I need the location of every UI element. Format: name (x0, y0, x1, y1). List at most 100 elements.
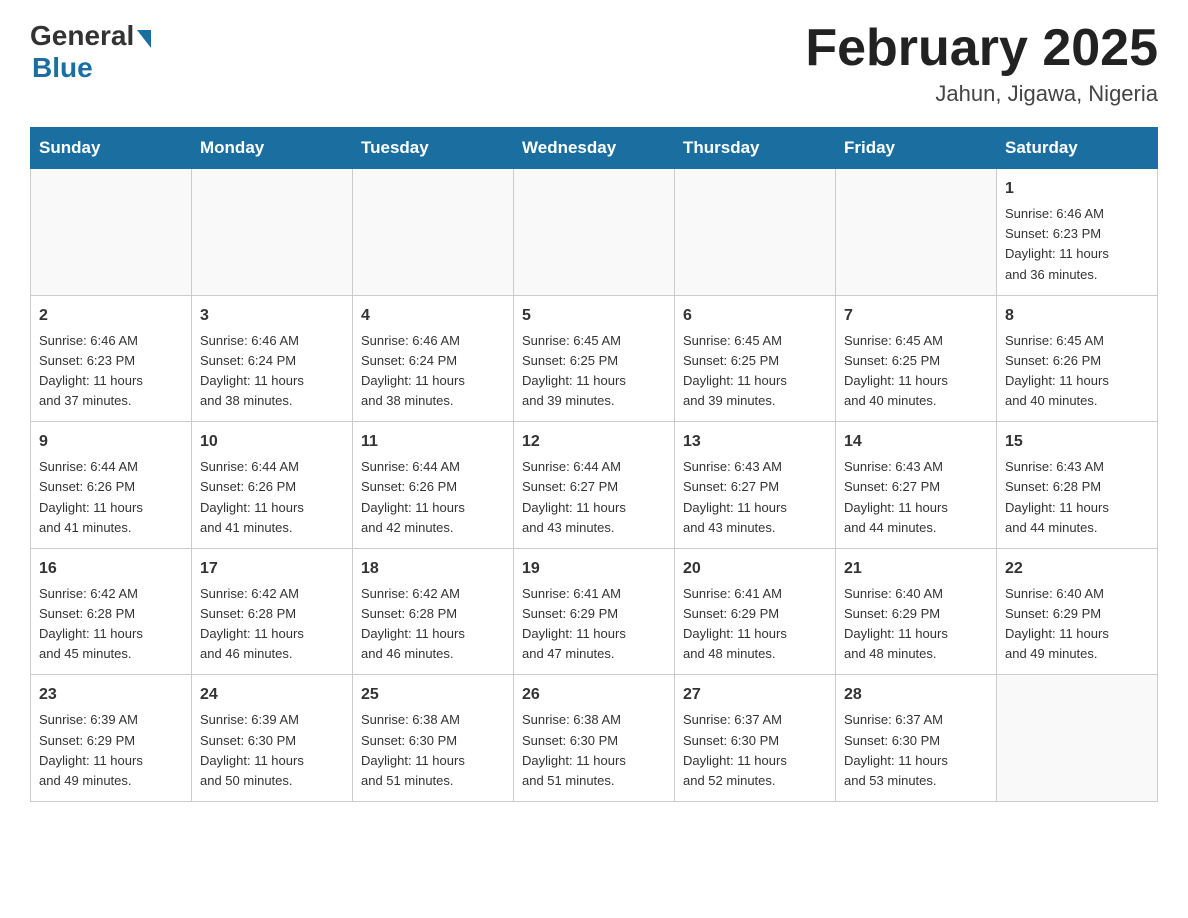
day-number: 19 (522, 557, 666, 581)
day-number: 22 (1005, 557, 1149, 581)
day-info: Sunrise: 6:40 AM Sunset: 6:29 PM Dayligh… (844, 584, 988, 665)
day-info: Sunrise: 6:41 AM Sunset: 6:29 PM Dayligh… (522, 584, 666, 665)
day-info: Sunrise: 6:46 AM Sunset: 6:23 PM Dayligh… (39, 331, 183, 412)
logo-blue-text: Blue (32, 52, 93, 84)
day-of-week-header: Wednesday (514, 128, 675, 169)
day-number: 27 (683, 683, 827, 707)
calendar-cell (997, 675, 1158, 802)
day-info: Sunrise: 6:43 AM Sunset: 6:27 PM Dayligh… (844, 457, 988, 538)
day-number: 20 (683, 557, 827, 581)
month-title: February 2025 (805, 20, 1158, 77)
day-info: Sunrise: 6:44 AM Sunset: 6:26 PM Dayligh… (200, 457, 344, 538)
day-number: 16 (39, 557, 183, 581)
calendar-cell (675, 169, 836, 296)
day-info: Sunrise: 6:42 AM Sunset: 6:28 PM Dayligh… (39, 584, 183, 665)
calendar-cell: 27Sunrise: 6:37 AM Sunset: 6:30 PM Dayli… (675, 675, 836, 802)
day-number: 1 (1005, 177, 1149, 201)
day-of-week-header: Tuesday (353, 128, 514, 169)
calendar-cell: 18 Sunrise: 6:42 AM Sunset: 6:28 PM Dayli… (353, 548, 514, 675)
calendar-cell: 3 Sunrise: 6:46 AM Sunset: 6:24 PM Daylig… (192, 295, 353, 422)
calendar-cell: 13 Sunrise: 6:43 AM Sunset: 6:27 PM Dayli… (675, 422, 836, 549)
calendar-cell: 12Sunrise: 6:44 AM Sunset: 6:27 PM Dayli… (514, 422, 675, 549)
day-number: 25 (361, 683, 505, 707)
title-section: February 2025 Jahun, Jigawa, Nigeria (805, 20, 1158, 107)
day-number: 10 (200, 430, 344, 454)
day-number: 28 (844, 683, 988, 707)
day-of-week-header: Monday (192, 128, 353, 169)
day-number: 8 (1005, 304, 1149, 328)
calendar-cell: 14 Sunrise: 6:43 AM Sunset: 6:27 PM Dayli… (836, 422, 997, 549)
calendar-cell: 23 Sunrise: 6:39 AM Sunset: 6:29 PM Dayli… (31, 675, 192, 802)
day-of-week-header: Sunday (31, 128, 192, 169)
calendar-cell: 7 Sunrise: 6:45 AM Sunset: 6:25 PM Daylig… (836, 295, 997, 422)
day-number: 2 (39, 304, 183, 328)
day-info: Sunrise: 6:38 AM Sunset: 6:30 PM Dayligh… (361, 710, 505, 791)
day-number: 26 (522, 683, 666, 707)
calendar-cell: 20 Sunrise: 6:41 AM Sunset: 6:29 PM Dayli… (675, 548, 836, 675)
logo: General Blue (30, 20, 151, 84)
calendar-cell: 10 Sunrise: 6:44 AM Sunset: 6:26 PM Dayli… (192, 422, 353, 549)
day-number: 13 (683, 430, 827, 454)
calendar-cell (31, 169, 192, 296)
calendar-cell: 5 Sunrise: 6:45 AM Sunset: 6:25 PM Daylig… (514, 295, 675, 422)
day-number: 3 (200, 304, 344, 328)
day-info: Sunrise: 6:46 AM Sunset: 6:23 PM Dayligh… (1005, 204, 1149, 285)
day-info: Sunrise: 6:41 AM Sunset: 6:29 PM Dayligh… (683, 584, 827, 665)
calendar-cell: 11 Sunrise: 6:44 AM Sunset: 6:26 PM Dayli… (353, 422, 514, 549)
day-info: Sunrise: 6:45 AM Sunset: 6:25 PM Dayligh… (844, 331, 988, 412)
day-number: 14 (844, 430, 988, 454)
day-info: Sunrise: 6:37 AM Sunset: 6:30 PM Dayligh… (844, 710, 988, 791)
calendar-cell: 17 Sunrise: 6:42 AM Sunset: 6:28 PM Dayli… (192, 548, 353, 675)
calendar-header-row: SundayMondayTuesdayWednesdayThursdayFrid… (31, 128, 1158, 169)
page-header: General Blue February 2025 Jahun, Jigawa… (30, 20, 1158, 107)
day-info: Sunrise: 6:45 AM Sunset: 6:25 PM Dayligh… (522, 331, 666, 412)
day-number: 21 (844, 557, 988, 581)
day-number: 7 (844, 304, 988, 328)
day-info: Sunrise: 6:39 AM Sunset: 6:29 PM Dayligh… (39, 710, 183, 791)
day-info: Sunrise: 6:43 AM Sunset: 6:28 PM Dayligh… (1005, 457, 1149, 538)
day-info: Sunrise: 6:42 AM Sunset: 6:28 PM Dayligh… (361, 584, 505, 665)
calendar-cell: 6 Sunrise: 6:45 AM Sunset: 6:25 PM Daylig… (675, 295, 836, 422)
day-info: Sunrise: 6:45 AM Sunset: 6:26 PM Dayligh… (1005, 331, 1149, 412)
calendar-cell: 9Sunrise: 6:44 AM Sunset: 6:26 PM Daylig… (31, 422, 192, 549)
day-number: 6 (683, 304, 827, 328)
day-info: Sunrise: 6:46 AM Sunset: 6:24 PM Dayligh… (361, 331, 505, 412)
calendar-cell: 21 Sunrise: 6:40 AM Sunset: 6:29 PM Dayli… (836, 548, 997, 675)
day-info: Sunrise: 6:39 AM Sunset: 6:30 PM Dayligh… (200, 710, 344, 791)
day-number: 18 (361, 557, 505, 581)
calendar-cell: 25 Sunrise: 6:38 AM Sunset: 6:30 PM Dayli… (353, 675, 514, 802)
calendar-cell: 15 Sunrise: 6:43 AM Sunset: 6:28 PM Dayli… (997, 422, 1158, 549)
day-info: Sunrise: 6:45 AM Sunset: 6:25 PM Dayligh… (683, 331, 827, 412)
day-number: 12 (522, 430, 666, 454)
day-info: Sunrise: 6:40 AM Sunset: 6:29 PM Dayligh… (1005, 584, 1149, 665)
calendar-week-row: 23 Sunrise: 6:39 AM Sunset: 6:29 PM Dayli… (31, 675, 1158, 802)
day-number: 17 (200, 557, 344, 581)
calendar-cell: 16 Sunrise: 6:42 AM Sunset: 6:28 PM Dayli… (31, 548, 192, 675)
calendar-week-row: 9 Sunrise: 6:44 AM Sunset: 6:26 PM Daylig… (31, 422, 1158, 549)
location: Jahun, Jigawa, Nigeria (805, 81, 1158, 107)
day-info: Sunrise: 6:43 AM Sunset: 6:27 PM Dayligh… (683, 457, 827, 538)
calendar-cell: 19 Sunrise: 6:41 AM Sunset: 6:29 PM Dayli… (514, 548, 675, 675)
day-number: 4 (361, 304, 505, 328)
day-info: Sunrise: 6:42 AM Sunset: 6:28 PM Dayligh… (200, 584, 344, 665)
calendar-cell: 2 Sunrise: 6:46 AM Sunset: 6:23 PM Daylig… (31, 295, 192, 422)
day-number: 11 (361, 430, 505, 454)
calendar-cell: 4 Sunrise: 6:46 AM Sunset: 6:24 PM Daylig… (353, 295, 514, 422)
calendar-week-row: 16 Sunrise: 6:42 AM Sunset: 6:28 PM Dayli… (31, 548, 1158, 675)
day-number: 15 (1005, 430, 1149, 454)
day-info: Sunrise: 6:46 AM Sunset: 6:24 PM Dayligh… (200, 331, 344, 412)
calendar-cell: 22 Sunrise: 6:40 AM Sunset: 6:29 PM Dayli… (997, 548, 1158, 675)
calendar-cell (353, 169, 514, 296)
day-info: Sunrise: 6:44 AM Sunset: 6:26 PM Dayligh… (361, 457, 505, 538)
day-number: 23 (39, 683, 183, 707)
calendar-cell (192, 169, 353, 296)
logo-arrow-icon (137, 30, 151, 48)
day-number: 5 (522, 304, 666, 328)
calendar-week-row: 2 Sunrise: 6:46 AM Sunset: 6:23 PM Daylig… (31, 295, 1158, 422)
day-of-week-header: Friday (836, 128, 997, 169)
logo-general-text: General (30, 20, 134, 52)
day-number: 9 (39, 430, 183, 454)
calendar-cell: 1 Sunrise: 6:46 AM Sunset: 6:23 PM Daylig… (997, 169, 1158, 296)
day-of-week-header: Saturday (997, 128, 1158, 169)
day-of-week-header: Thursday (675, 128, 836, 169)
